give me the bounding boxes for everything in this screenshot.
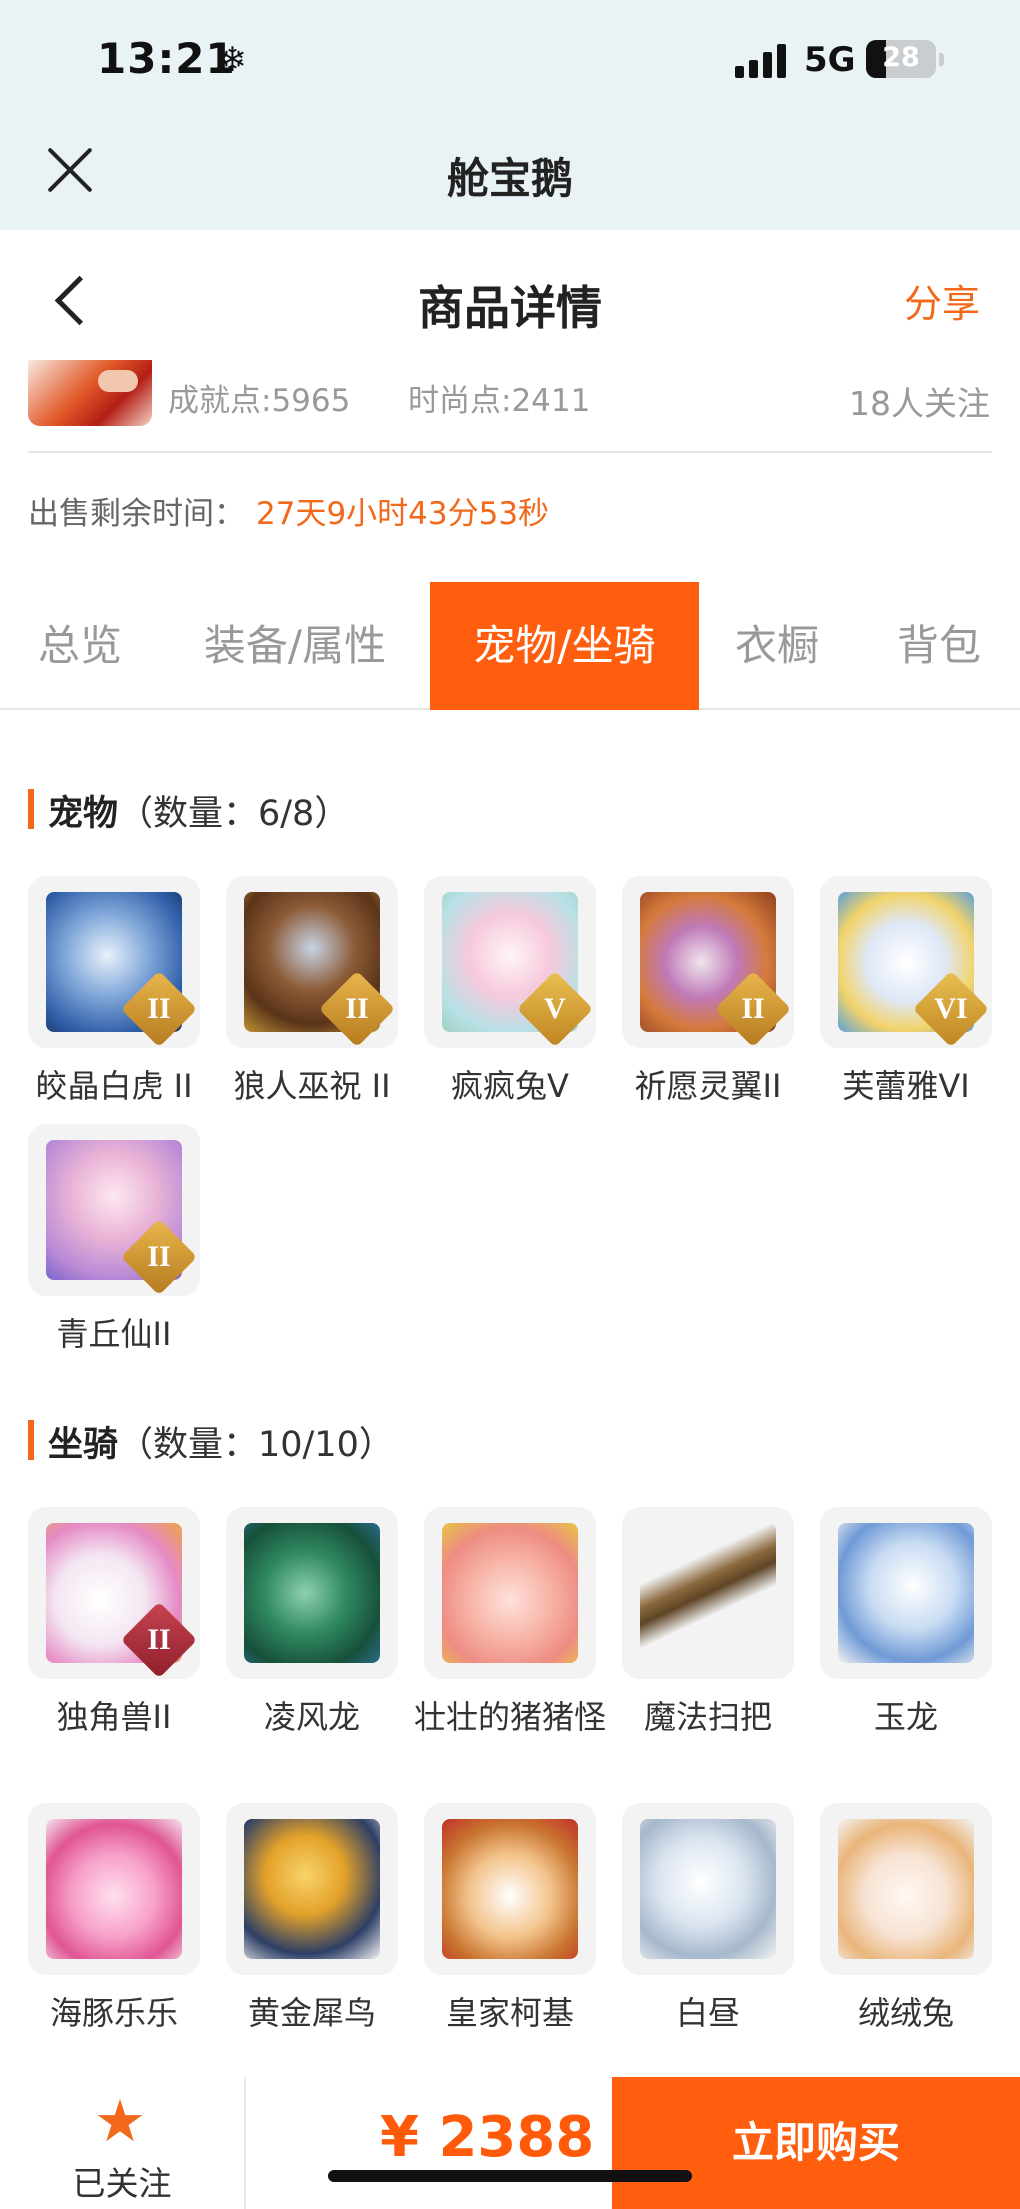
- grade-badge: II: [741, 992, 765, 1025]
- home-indicator[interactable]: [328, 2170, 692, 2182]
- pet-thumbnail: II: [226, 876, 398, 1048]
- pet-thumbnail: II: [28, 876, 200, 1048]
- tab-pets-mounts[interactable]: 宠物/坐骑: [430, 582, 699, 710]
- grade-badge: II: [345, 992, 369, 1025]
- mount-name: 壮壮的猪猪怪: [413, 1698, 606, 1736]
- mount-name: 白昼: [675, 1994, 740, 2032]
- grade-badge: VI: [934, 992, 968, 1025]
- mount-thumbnail: [622, 1507, 794, 1679]
- tab-equipment[interactable]: 装备/属性: [180, 582, 410, 710]
- mini-app-title: 舱宝鹅: [446, 154, 573, 203]
- mount-name: 黄金犀鸟: [247, 1994, 376, 2032]
- mount-thumbnail: II: [28, 1507, 200, 1679]
- status-time: 13:21: [97, 34, 236, 83]
- mount-thumbnail: [424, 1507, 596, 1679]
- follow-label: 已关注: [72, 2164, 172, 2203]
- sale-time-remaining: 27天9小时43分53秒: [256, 496, 550, 532]
- section-accent-bar: [28, 789, 34, 829]
- mount-name: 皇家柯基: [445, 1994, 574, 2032]
- network-type: 5G: [804, 40, 856, 80]
- pet-name: 祈愿灵翼II: [634, 1067, 782, 1105]
- cellular-signal-icon: [735, 44, 789, 78]
- back-icon[interactable]: [52, 275, 92, 325]
- mount-thumbnail: [28, 1803, 200, 1975]
- pet-name: 皎晶白虎 II: [35, 1067, 193, 1105]
- pets-section-title: 宠物: [48, 794, 119, 834]
- mount-name: 独角兽II: [56, 1698, 172, 1736]
- grade-badge: II: [147, 1240, 171, 1273]
- pet-name: 疯疯兔V: [451, 1067, 569, 1105]
- price: ¥ 2388: [380, 2105, 595, 2170]
- mount-thumbnail: [424, 1803, 596, 1975]
- grade-badge: V: [544, 992, 566, 1025]
- battery-percent: 28: [882, 42, 920, 73]
- divider: [244, 2077, 246, 2209]
- battery-icon: 28: [866, 40, 936, 78]
- top-bar: 13:21 ❄ 5G 28 舱宝鹅: [0, 0, 1020, 230]
- battery-cap: [939, 53, 944, 66]
- share-button[interactable]: 分享: [904, 273, 980, 328]
- sale-time-label: 出售剩余时间：: [28, 496, 245, 532]
- mount-thumbnail: [226, 1507, 398, 1679]
- grade-badge: II: [147, 1623, 171, 1656]
- mount-thumbnail: [622, 1803, 794, 1975]
- mount-thumbnail: [226, 1803, 398, 1975]
- page-header: 商品详情 分享: [0, 230, 1020, 365]
- mounts-count: （数量：10/10）: [118, 1425, 394, 1465]
- tab-wardrobe[interactable]: 衣橱: [714, 582, 840, 710]
- follow-button[interactable]: ★ 已关注: [0, 2077, 244, 2209]
- pet-name: 青丘仙II: [56, 1315, 172, 1353]
- mounts-section-title: 坐骑: [48, 1425, 119, 1465]
- pet-thumbnail: II: [28, 1124, 200, 1296]
- mount-thumbnail: [820, 1507, 992, 1679]
- pets-count: （数量：6/8）: [118, 794, 350, 834]
- fashion-points: 时尚点:2411: [408, 383, 591, 419]
- pet-thumbnail: II: [622, 876, 794, 1048]
- buy-now-button[interactable]: 立即购买: [612, 2077, 1020, 2209]
- mount-name: 魔法扫把: [643, 1698, 772, 1736]
- star-icon: ★: [94, 2087, 146, 2155]
- detail-tabs: 总览 装备/属性 宠物/坐骑 衣橱 背包: [0, 582, 1020, 710]
- mount-name: 海豚乐乐: [49, 1994, 178, 2032]
- avatar: [28, 360, 152, 426]
- bottom-action-bar: ★ 已关注 ¥ 2388 立即购买: [0, 2077, 1020, 2209]
- mount-thumbnail: [820, 1803, 992, 1975]
- tab-backpack[interactable]: 背包: [876, 582, 1002, 710]
- follower-count: 18人关注: [849, 384, 990, 423]
- pet-thumbnail: VI: [820, 876, 992, 1048]
- pet-name: 芙蕾雅VI: [842, 1067, 970, 1105]
- tab-overview[interactable]: 总览: [18, 582, 142, 710]
- mount-name: 凌风龙: [263, 1698, 360, 1736]
- pet-name: 狼人巫祝 II: [233, 1067, 391, 1105]
- divider: [28, 451, 992, 453]
- grade-badge: II: [147, 992, 171, 1025]
- mount-name: 玉龙: [873, 1698, 938, 1736]
- page-title: 商品详情: [418, 281, 602, 335]
- achievement-points: 成就点:5965: [168, 383, 351, 419]
- section-accent-bar: [28, 1420, 34, 1460]
- mount-name: 绒绒兔: [857, 1994, 954, 2032]
- snowflake-icon: ❄: [218, 40, 247, 80]
- pet-thumbnail: V: [424, 876, 596, 1048]
